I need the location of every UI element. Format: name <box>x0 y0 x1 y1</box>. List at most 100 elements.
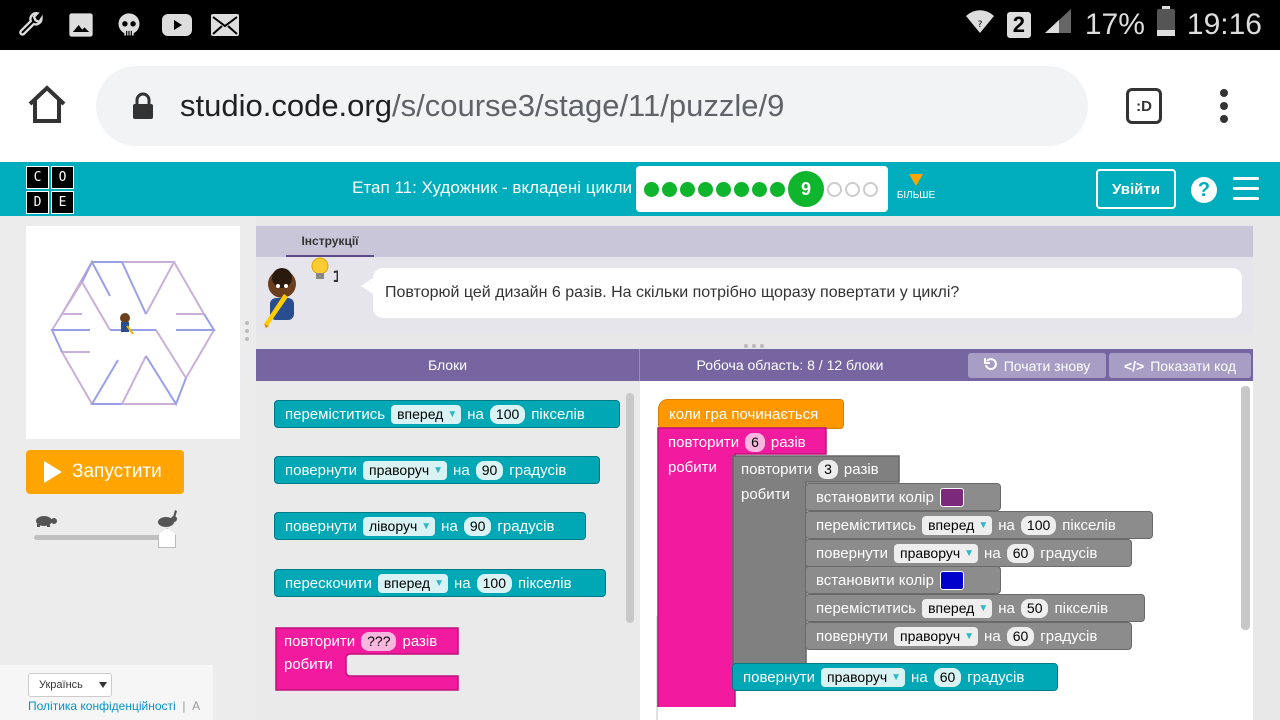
move-block-1[interactable]: переміститись вперед ▼ на 100 пікселів <box>805 511 1153 539</box>
youtube-icon <box>162 10 192 40</box>
distance-field[interactable]: 50 <box>1020 598 1049 618</box>
more-lessons-button[interactable]: БІЛЬШЕ <box>894 174 938 201</box>
triangle-down-icon <box>909 174 923 186</box>
move-block-2[interactable]: переміститись вперед ▼ на 50 пікселів <box>805 594 1145 622</box>
sim-badge: 2 <box>1006 12 1031 38</box>
more-vert-icon[interactable] <box>1218 88 1230 129</box>
progress-dot[interactable] <box>644 181 659 197</box>
direction-dropdown[interactable]: праворуч ▼ <box>820 667 906 687</box>
wrench-icon <box>16 10 46 40</box>
page-footer: Українсь Політика конфіденційності | А <box>0 665 213 720</box>
signal-icon <box>1043 7 1073 43</box>
tab-switcher-button[interactable]: :D <box>1126 88 1162 124</box>
stage-title[interactable]: Етап 11: Художник - вкладені цикли <box>352 178 632 198</box>
show-code-button[interactable]: </> Показати код <box>1109 353 1251 378</box>
android-status-bar: ? 2 17% 19:16 <box>0 0 1280 50</box>
direction-dropdown[interactable]: праворуч ▼ <box>362 460 448 480</box>
svg-text:?: ? <box>977 20 982 30</box>
outer-repeat-count[interactable]: 6 <box>745 432 765 452</box>
workspace-title: Робоча область: 8 / 12 блоки <box>696 357 884 373</box>
privacy-policy-link[interactable]: Політика конфіденційності <box>28 699 176 713</box>
current-puzzle-dot[interactable]: 9 <box>788 171 824 207</box>
reset-button[interactable]: Почати знову <box>968 353 1106 378</box>
color-swatch[interactable] <box>939 570 964 590</box>
hamburger-menu-icon[interactable] <box>1233 177 1259 201</box>
turn-block-1[interactable]: повернути праворуч ▼ на 60 градусів <box>805 539 1132 567</box>
toolbox-jump-block[interactable]: перескочити вперед ▼ на 100 пікселів <box>274 569 606 597</box>
codeorg-logo[interactable]: C O D E <box>26 166 74 214</box>
wifi-icon: ? <box>965 7 995 43</box>
progress-dot[interactable] <box>770 181 785 197</box>
speed-slider-track[interactable] <box>34 535 166 540</box>
footer-links: Політика конфіденційності | А <box>28 699 201 713</box>
outer-repeat-block[interactable]: повторити 6 разів <box>668 431 806 453</box>
progress-dot[interactable] <box>662 181 677 197</box>
clock: 19:16 <box>1186 8 1262 41</box>
progress-dot[interactable] <box>698 181 713 197</box>
progress-dot[interactable] <box>716 181 731 197</box>
url-text: studio.code.org/s/course3/stage/11/puzzl… <box>180 88 785 123</box>
set-color-block-1[interactable]: встановити колір <box>805 483 1001 511</box>
turn-block-2[interactable]: повернути праворуч ▼ на 60 градусів <box>805 622 1132 650</box>
resize-grip-icon[interactable] <box>244 320 250 342</box>
progress-dot[interactable] <box>845 181 860 197</box>
set-color-block-2[interactable]: встановити колір <box>805 566 1001 594</box>
direction-dropdown[interactable]: вперед ▼ <box>377 573 448 593</box>
angle-field[interactable]: 60 <box>1006 626 1035 646</box>
lock-icon <box>132 92 154 125</box>
artist-canvas <box>26 226 240 439</box>
outer-turn-block[interactable]: повернути праворуч ▼ на 60 градусів <box>732 663 1058 691</box>
toolbox-turn-left-block[interactable]: повернути ліворуч ▼ на 90 градусів <box>274 512 586 540</box>
progress-dot[interactable] <box>827 181 842 197</box>
direction-dropdown[interactable]: вперед ▼ <box>391 404 462 424</box>
home-icon[interactable] <box>26 84 68 129</box>
toolbox-move-block[interactable]: переміститись вперед ▼ на 100 пікселів <box>274 400 620 428</box>
angle-field[interactable]: 90 <box>463 516 492 536</box>
progress-dot[interactable] <box>863 181 878 197</box>
tab-instructions[interactable]: Інструкції <box>286 226 374 257</box>
direction-dropdown[interactable]: ліворуч ▼ <box>362 516 436 536</box>
codeorg-header: C O D E Етап 11: Художник - вкладені цик… <box>0 162 1280 216</box>
angle-field[interactable]: 90 <box>475 460 504 480</box>
panel-resize-grip-icon[interactable] <box>743 336 765 348</box>
progress-dot[interactable] <box>752 181 767 197</box>
repeat-count-field[interactable]: ??? <box>361 631 397 651</box>
distance-field[interactable]: 100 <box>1020 515 1057 535</box>
hint-bulb-icon[interactable]: 1 <box>310 256 343 293</box>
outer-repeat-do-label: робити <box>668 459 717 476</box>
instruction-text: Повторюй цей дизайн 6 разів. На скільки … <box>361 268 1242 318</box>
direction-dropdown[interactable]: вперед ▼ <box>922 598 993 618</box>
skull-icon <box>114 10 144 40</box>
angle-field[interactable]: 60 <box>933 667 962 687</box>
artist-character <box>120 313 134 335</box>
run-button[interactable]: Запустити <box>26 450 184 494</box>
distance-field[interactable]: 100 <box>476 573 512 593</box>
block-toolbox: переміститись вперед ▼ на 100 пікселів по… <box>256 381 640 720</box>
workspace-scrollbar[interactable] <box>1241 386 1250 630</box>
code-icon: </> <box>1123 357 1145 374</box>
angle-field[interactable]: 60 <box>1006 543 1035 563</box>
direction-dropdown[interactable]: праворуч ▼ <box>893 543 979 563</box>
inner-repeat-count[interactable]: 3 <box>818 459 838 479</box>
inner-repeat-do-label: робити <box>741 486 790 503</box>
help-icon[interactable]: ? <box>1191 177 1217 203</box>
color-swatch[interactable] <box>939 487 964 507</box>
when-run-block[interactable]: коли гра починається <box>658 399 844 429</box>
toolbox-turn-right-block[interactable]: повернути праворуч ▼ на 90 градусів <box>274 456 600 484</box>
toolbox-scrollbar[interactable] <box>626 393 634 623</box>
instructions-header: Інструкції <box>256 226 1253 257</box>
turtle-icon <box>33 513 57 532</box>
direction-dropdown[interactable]: праворуч ▼ <box>893 626 979 646</box>
workspace-header: Блоки Робоча область: 8 / 12 блоки Почат… <box>256 349 1253 381</box>
address-bar[interactable]: studio.code.org/s/course3/stage/11/puzzl… <box>96 66 1088 146</box>
reset-icon <box>983 357 998 374</box>
progress-dot[interactable] <box>680 181 695 197</box>
progress-dot[interactable] <box>734 181 749 197</box>
caret-down-icon <box>99 682 107 688</box>
distance-field[interactable]: 100 <box>489 404 526 424</box>
inner-repeat-block[interactable]: повторити 3 разів <box>741 458 879 480</box>
language-select[interactable]: Українсь <box>28 673 112 697</box>
signin-button[interactable]: Увійти <box>1096 169 1176 209</box>
image-icon <box>66 10 96 40</box>
direction-dropdown[interactable]: вперед ▼ <box>922 515 993 535</box>
